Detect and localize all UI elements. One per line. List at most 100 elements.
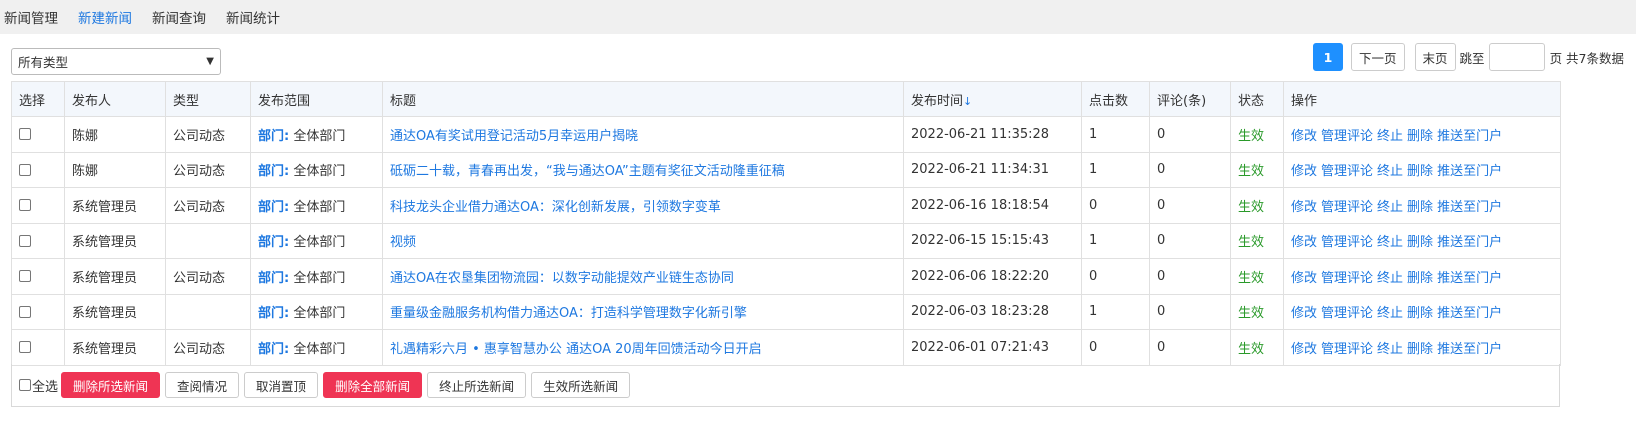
scope-dept-label: 部门:	[258, 341, 290, 357]
table-row: 陈娜 公司动态 部门: 全体部门 通达OA有奖试用登记活动5月幸运用户揭晓 2022-0…	[11, 116, 1561, 153]
delete-all-button[interactable]: 删除全部新闻	[323, 372, 423, 398]
news-title-link[interactable]: 通达OA在农垦集团物流园：以数字动能提效产业链生态协同	[390, 271, 734, 286]
scope-dept-label: 部门:	[258, 128, 290, 144]
type-filter-select[interactable]: 所有类型 ▼	[11, 48, 221, 75]
delete-link[interactable]: 删除	[1407, 235, 1433, 250]
news-title-link[interactable]: 科技龙头企业借力通达OA：深化创新发展，引领数字变革	[390, 200, 721, 215]
select-all-checkbox[interactable]	[19, 379, 31, 391]
news-title-link[interactable]: 通达OA有奖试用登记活动5月幸运用户揭晓	[390, 129, 638, 144]
push-to-portal-link[interactable]: 推送至门户	[1437, 200, 1502, 215]
cell-clicks: 1	[1081, 151, 1150, 188]
news-title-link[interactable]: 砥砺二十载，青春再出发，“我与通达OA”主题有奖征文活动隆重征稿	[390, 164, 785, 179]
manage-comments-link[interactable]: 管理评论	[1321, 271, 1373, 286]
edit-link[interactable]: 修改	[1291, 306, 1317, 321]
delete-link[interactable]: 删除	[1407, 164, 1433, 179]
status-badge: 生效	[1238, 270, 1265, 286]
cancel-top-button[interactable]: 取消置顶	[244, 372, 319, 398]
row-checkbox[interactable]	[19, 128, 31, 141]
manage-comments-link[interactable]: 管理评论	[1321, 164, 1373, 179]
stop-link[interactable]: 终止	[1377, 235, 1403, 250]
sort-desc-icon[interactable]: ↓	[963, 95, 972, 108]
view-reading-button[interactable]: 查阅情况	[165, 372, 240, 398]
next-page-button[interactable]: 下一页	[1351, 43, 1405, 71]
col-header-publisher: 发布人	[64, 81, 166, 117]
row-checkbox[interactable]	[19, 305, 31, 318]
cell-type	[165, 293, 251, 330]
nav-tab-news-query[interactable]: 新闻查询	[152, 7, 206, 27]
stop-link[interactable]: 终止	[1377, 271, 1403, 286]
jump-page-input[interactable]	[1488, 43, 1545, 71]
table-row: 系统管理员 公司动态 部门: 全体部门 通达OA在农垦集团物流园：以数字动能提效产业链…	[11, 258, 1561, 295]
row-checkbox[interactable]	[19, 341, 31, 354]
delete-selected-button[interactable]: 删除所选新闻	[61, 372, 161, 398]
cell-comments: 0	[1149, 222, 1231, 259]
nav-tab-news-manage[interactable]: 新闻管理	[4, 7, 58, 27]
row-checkbox[interactable]	[19, 163, 31, 176]
delete-link[interactable]: 删除	[1407, 129, 1433, 144]
push-to-portal-link[interactable]: 推送至门户	[1437, 342, 1502, 357]
delete-link[interactable]: 删除	[1407, 271, 1433, 286]
stop-link[interactable]: 终止	[1377, 129, 1403, 144]
row-checkbox[interactable]	[19, 270, 31, 283]
cell-scope: 部门: 全体部门	[250, 293, 383, 330]
stop-selected-button[interactable]: 终止所选新闻	[427, 372, 527, 398]
cell-scope: 部门: 全体部门	[250, 187, 383, 224]
push-to-portal-link[interactable]: 推送至门户	[1437, 164, 1502, 179]
edit-link[interactable]: 修改	[1291, 200, 1317, 215]
push-to-portal-link[interactable]: 推送至门户	[1437, 306, 1502, 321]
push-to-portal-link[interactable]: 推送至门户	[1437, 271, 1502, 286]
delete-link[interactable]: 删除	[1407, 342, 1433, 357]
row-checkbox[interactable]	[19, 199, 31, 212]
push-to-portal-link[interactable]: 推送至门户	[1437, 129, 1502, 144]
push-to-portal-link[interactable]: 推送至门户	[1437, 235, 1502, 250]
cell-comments: 0	[1149, 293, 1231, 330]
stop-link[interactable]: 终止	[1377, 200, 1403, 215]
last-page-button[interactable]: 末页	[1414, 43, 1456, 71]
manage-comments-link[interactable]: 管理评论	[1321, 200, 1373, 215]
manage-comments-link[interactable]: 管理评论	[1321, 342, 1373, 357]
cell-publisher: 系统管理员	[64, 329, 166, 366]
activate-selected-button[interactable]: 生效所选新闻	[531, 372, 631, 398]
news-table: 选择 发布人 类型 发布范围 标题 发布时间↓ 点击数 评论(条) 状态 操作 …	[11, 81, 1561, 366]
news-title-link[interactable]: 礼遇精彩六月 • 惠享智慧办公 通达OA 20周年回馈活动今日开启	[390, 342, 762, 357]
scope-dept-label: 部门:	[258, 199, 290, 215]
cell-title: 通达OA有奖试用登记活动5月幸运用户揭晓	[382, 116, 904, 153]
cell-scope: 部门: 全体部门	[250, 151, 383, 188]
manage-comments-link[interactable]: 管理评论	[1321, 306, 1373, 321]
edit-link[interactable]: 修改	[1291, 129, 1317, 144]
cell-time: 2022-06-21 11:34:31	[903, 151, 1082, 188]
table-row: 系统管理员 公司动态 部门: 全体部门 礼遇精彩六月 • 惠享智慧办公 通达OA 20…	[11, 329, 1561, 366]
stop-link[interactable]: 终止	[1377, 164, 1403, 179]
edit-link[interactable]: 修改	[1291, 342, 1317, 357]
row-select-cell	[11, 329, 65, 366]
scope-value: 全体部门	[293, 341, 346, 357]
table-row: 陈娜 公司动态 部门: 全体部门 砥砺二十载，青春再出发，“我与通达OA”主题有奖征文…	[11, 151, 1561, 188]
cell-time: 2022-06-16 18:18:54	[903, 187, 1082, 224]
col-header-time[interactable]: 发布时间↓	[903, 81, 1082, 117]
cell-type: 公司动态	[165, 151, 251, 188]
row-checkbox[interactable]	[19, 234, 31, 247]
edit-link[interactable]: 修改	[1291, 235, 1317, 250]
news-title-link[interactable]: 视频	[390, 235, 416, 250]
nav-tab-news-stats[interactable]: 新闻统计	[226, 7, 280, 27]
bulk-actions-bar: 全选 删除所选新闻 查阅情况 取消置顶 删除全部新闻 终止所选新闻 生效所选新闻	[11, 364, 1560, 407]
delete-link[interactable]: 删除	[1407, 200, 1433, 215]
manage-comments-link[interactable]: 管理评论	[1321, 129, 1373, 144]
chevron-down-icon: ▼	[206, 56, 214, 67]
select-all-control[interactable]: 全选	[19, 376, 58, 395]
scope-dept-label: 部门:	[258, 270, 290, 286]
edit-link[interactable]: 修改	[1291, 164, 1317, 179]
page-button-current[interactable]: 1	[1313, 43, 1344, 71]
edit-link[interactable]: 修改	[1291, 271, 1317, 286]
manage-comments-link[interactable]: 管理评论	[1321, 235, 1373, 250]
delete-link[interactable]: 删除	[1407, 306, 1433, 321]
stop-link[interactable]: 终止	[1377, 342, 1403, 357]
cell-status: 生效	[1230, 258, 1284, 295]
news-title-link[interactable]: 重量级金融服务机构借力通达OA：打造科学管理数字化新引擎	[390, 306, 747, 321]
cell-type	[165, 222, 251, 259]
nav-tab-new-news[interactable]: 新建新闻	[78, 7, 132, 27]
table-row: 系统管理员 部门: 全体部门 重量级金融服务机构借力通达OA：打造科学管理数字化新引…	[11, 293, 1561, 330]
cell-time: 2022-06-21 11:35:28	[903, 116, 1082, 153]
cell-type: 公司动态	[165, 329, 251, 366]
stop-link[interactable]: 终止	[1377, 306, 1403, 321]
